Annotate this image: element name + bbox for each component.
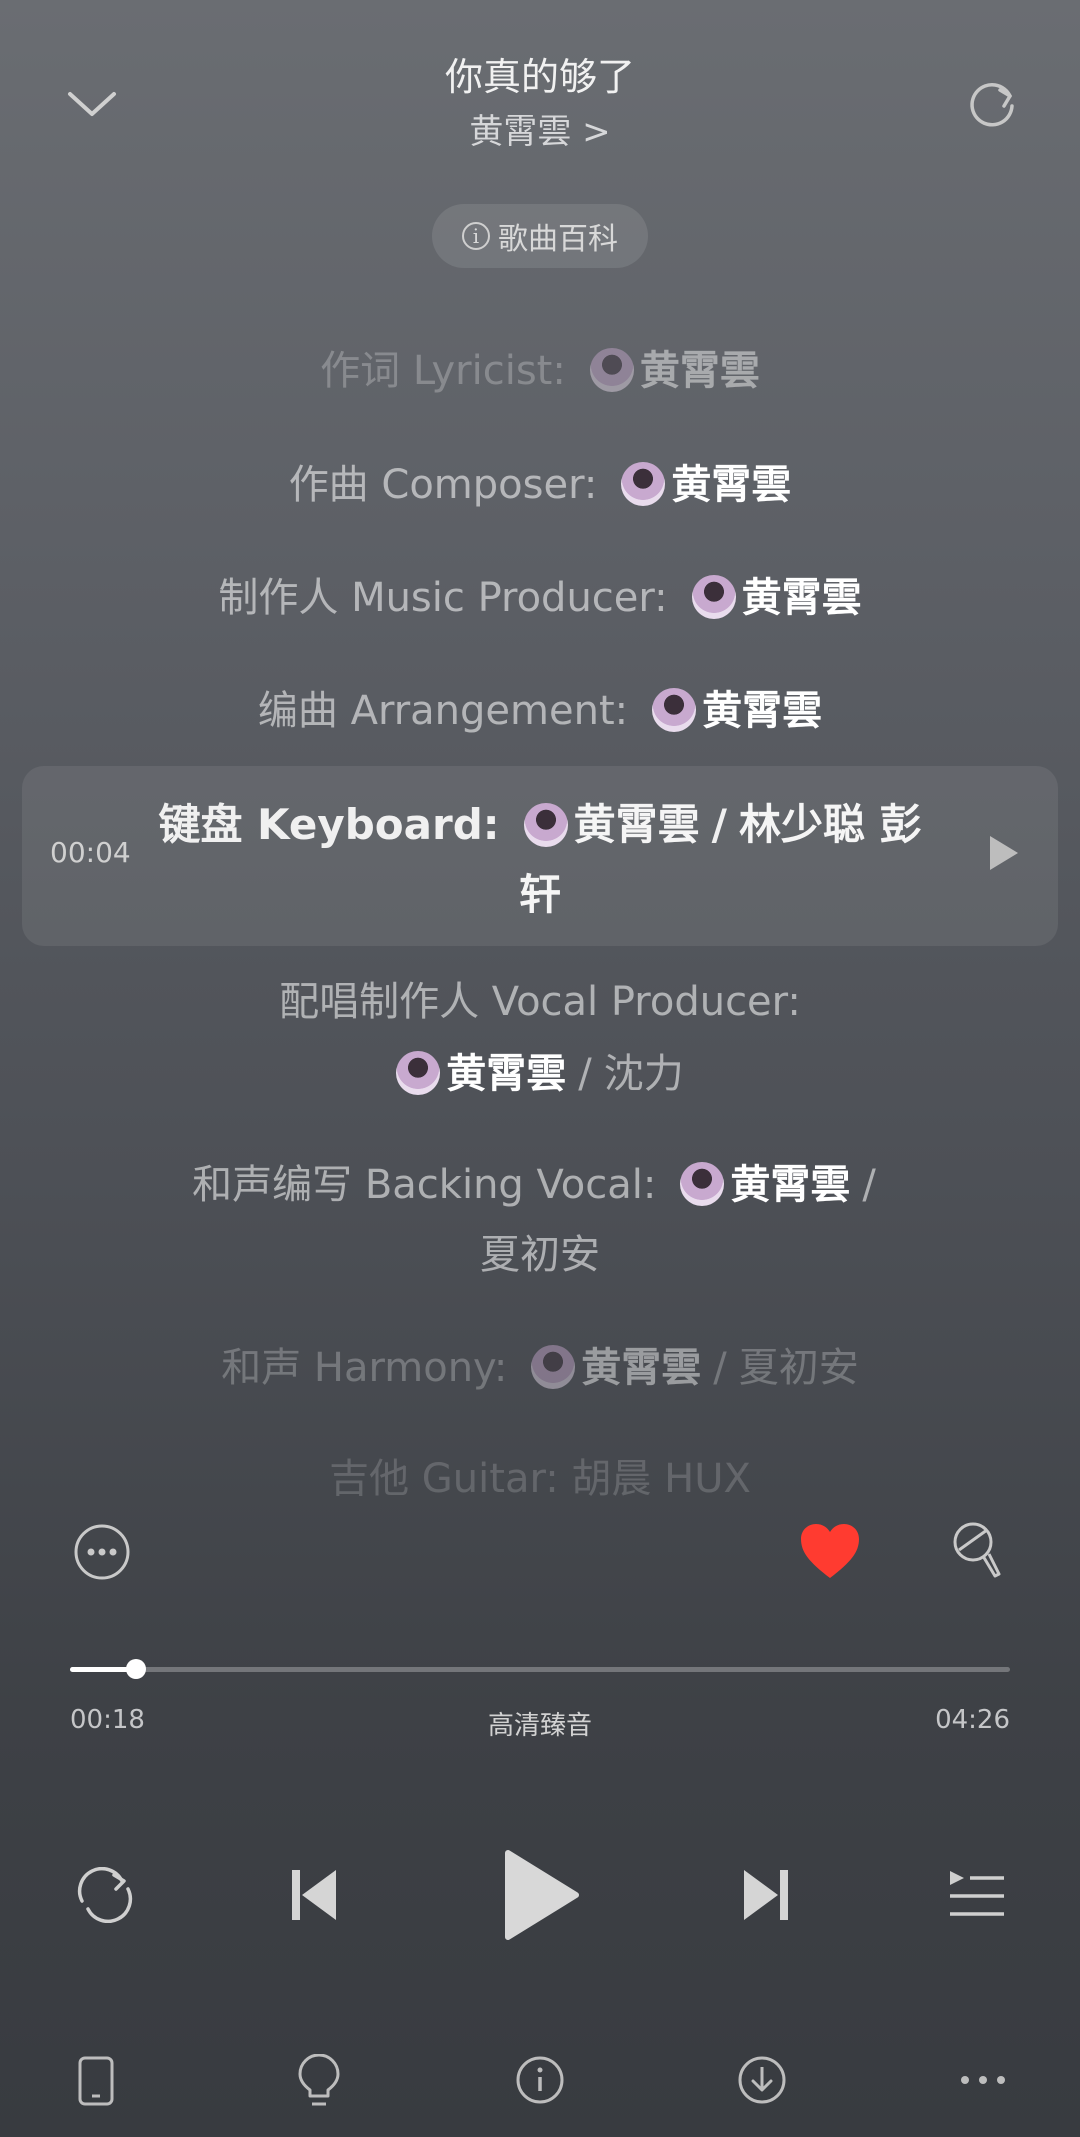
credit-other-names: 沈力 xyxy=(603,1051,684,1097)
avatar xyxy=(691,575,736,619)
tips-button[interactable] xyxy=(294,2052,344,2110)
play-pause-button[interactable] xyxy=(496,1842,586,1948)
avatar xyxy=(396,1051,441,1095)
progress-handle[interactable] xyxy=(125,1659,146,1679)
avatar xyxy=(589,348,634,392)
karaoke-button[interactable] xyxy=(944,1516,1010,1586)
refresh-icon xyxy=(970,83,1014,127)
progress-bar[interactable] xyxy=(70,1659,1010,1679)
device-button[interactable] xyxy=(72,2052,120,2110)
repeat-icon xyxy=(77,1867,133,1923)
audio-quality-button[interactable]: 高清臻音 xyxy=(0,1705,1080,1742)
repeat-mode-button[interactable] xyxy=(70,1860,140,1930)
more-circle-icon xyxy=(74,1524,130,1580)
credit-name[interactable]: 黄霄雲 xyxy=(446,1051,566,1097)
lightbulb-icon xyxy=(298,2054,340,2106)
avatar xyxy=(523,803,568,847)
skip-previous-icon xyxy=(292,1870,336,1920)
credit-line-arrangement: 编曲 Arrangement: 黄霄雲 xyxy=(0,676,1080,746)
credit-name[interactable]: 黄霄雲 xyxy=(574,800,700,849)
wiki-label: 歌曲百科 xyxy=(498,222,618,257)
credit-line-guitar: 吉他 Guitar: 胡晨 HUX xyxy=(0,1444,1080,1514)
phone-device-icon xyxy=(78,2056,114,2106)
info-icon: i xyxy=(462,222,490,250)
play-icon xyxy=(505,1850,579,1940)
like-button[interactable] xyxy=(796,1517,864,1585)
credit-line-keyboard: 键盘 Keyboard: 黄霄雲 / 林少聪 彭 轩 xyxy=(150,790,930,930)
credit-line-harmony: 和声 Harmony: 黄霄雲 / 夏初安 xyxy=(0,1333,1080,1403)
credit-other-names: 夏初安 xyxy=(480,1232,600,1278)
next-button[interactable] xyxy=(734,1860,798,1930)
avatar xyxy=(621,462,666,506)
microphone-icon xyxy=(953,1522,1001,1578)
song-info-button[interactable] xyxy=(514,2054,566,2106)
credit-role: 和声编写 Backing Vocal: xyxy=(192,1162,657,1208)
credit-role: 作曲 Composer: xyxy=(288,462,598,508)
ellipsis-icon xyxy=(961,2076,1005,2084)
avatar xyxy=(680,1162,725,1206)
overflow-menu-button[interactable] xyxy=(958,2060,1008,2100)
credit-other-names: 林少聪 彭 xyxy=(738,800,922,849)
playlist-icon xyxy=(950,1871,1004,1916)
credit-role: 制作人 Music Producer: xyxy=(218,575,668,621)
credit-role: 和声 Harmony: xyxy=(221,1345,508,1391)
credit-line-producer: 制作人 Music Producer: 黄霄雲 xyxy=(0,563,1080,633)
total-time: 04:26 xyxy=(935,1705,1010,1735)
playlist-button[interactable] xyxy=(944,1862,1010,1928)
credit-line-vocal-producer: 配唱制作人 Vocal Producer: 黄霄雲 / 沈力 xyxy=(0,966,1080,1110)
previous-button[interactable] xyxy=(282,1860,346,1930)
credit-name[interactable]: 黄霄雲 xyxy=(742,575,862,621)
song-wiki-button[interactable]: i 歌曲百科 xyxy=(432,204,648,268)
credit-other-names: 夏初安 xyxy=(738,1345,859,1391)
artist-link[interactable]: 黄霄雲 > xyxy=(0,104,1080,153)
credit-other-names: 胡晨 HUX xyxy=(571,1456,751,1502)
credit-name[interactable]: 黄霄雲 xyxy=(702,688,822,734)
download-button[interactable] xyxy=(736,2054,788,2106)
credit-role: 吉他 Guitar: xyxy=(329,1456,559,1502)
info-icon xyxy=(516,2056,564,2104)
more-button[interactable] xyxy=(70,1520,134,1584)
avatar xyxy=(531,1345,576,1389)
credit-role: 作词 Lyricist: xyxy=(320,348,566,394)
credit-line-lyricist: 作词 Lyricist: 黄霄雲 xyxy=(0,336,1080,406)
credit-role: 键盘 Keyboard: xyxy=(158,800,500,849)
refresh-button[interactable] xyxy=(950,62,1034,146)
credit-name[interactable]: 黄霄雲 xyxy=(640,348,760,394)
credit-separator: / xyxy=(578,1051,592,1097)
song-title: 你真的够了 xyxy=(444,55,635,99)
credit-separator: / xyxy=(862,1162,876,1208)
credit-role: 编曲 Arrangement: xyxy=(257,688,629,734)
credit-line-backing-vocal: 和声编写 Backing Vocal: 黄霄雲 / 夏初安 xyxy=(0,1150,1080,1290)
credit-separator: / xyxy=(713,1345,727,1391)
credit-name[interactable]: 黄霄雲 xyxy=(671,462,791,508)
heart-icon xyxy=(801,1524,859,1578)
download-icon xyxy=(738,2056,786,2104)
play-from-line-icon[interactable] xyxy=(990,836,1018,870)
skip-next-icon xyxy=(744,1870,788,1920)
credit-role: 配唱制作人 Vocal Producer: xyxy=(279,979,801,1025)
credit-other-names-wrap: 轩 xyxy=(518,870,561,919)
credit-name[interactable]: 黄霄雲 xyxy=(730,1162,850,1208)
credit-line-composer: 作曲 Composer: 黄霄雲 xyxy=(0,450,1080,520)
lyric-timestamp: 00:04 xyxy=(50,836,131,869)
credit-name[interactable]: 黄霄雲 xyxy=(581,1345,701,1391)
avatar xyxy=(652,688,697,732)
credit-separator: / xyxy=(711,800,727,849)
